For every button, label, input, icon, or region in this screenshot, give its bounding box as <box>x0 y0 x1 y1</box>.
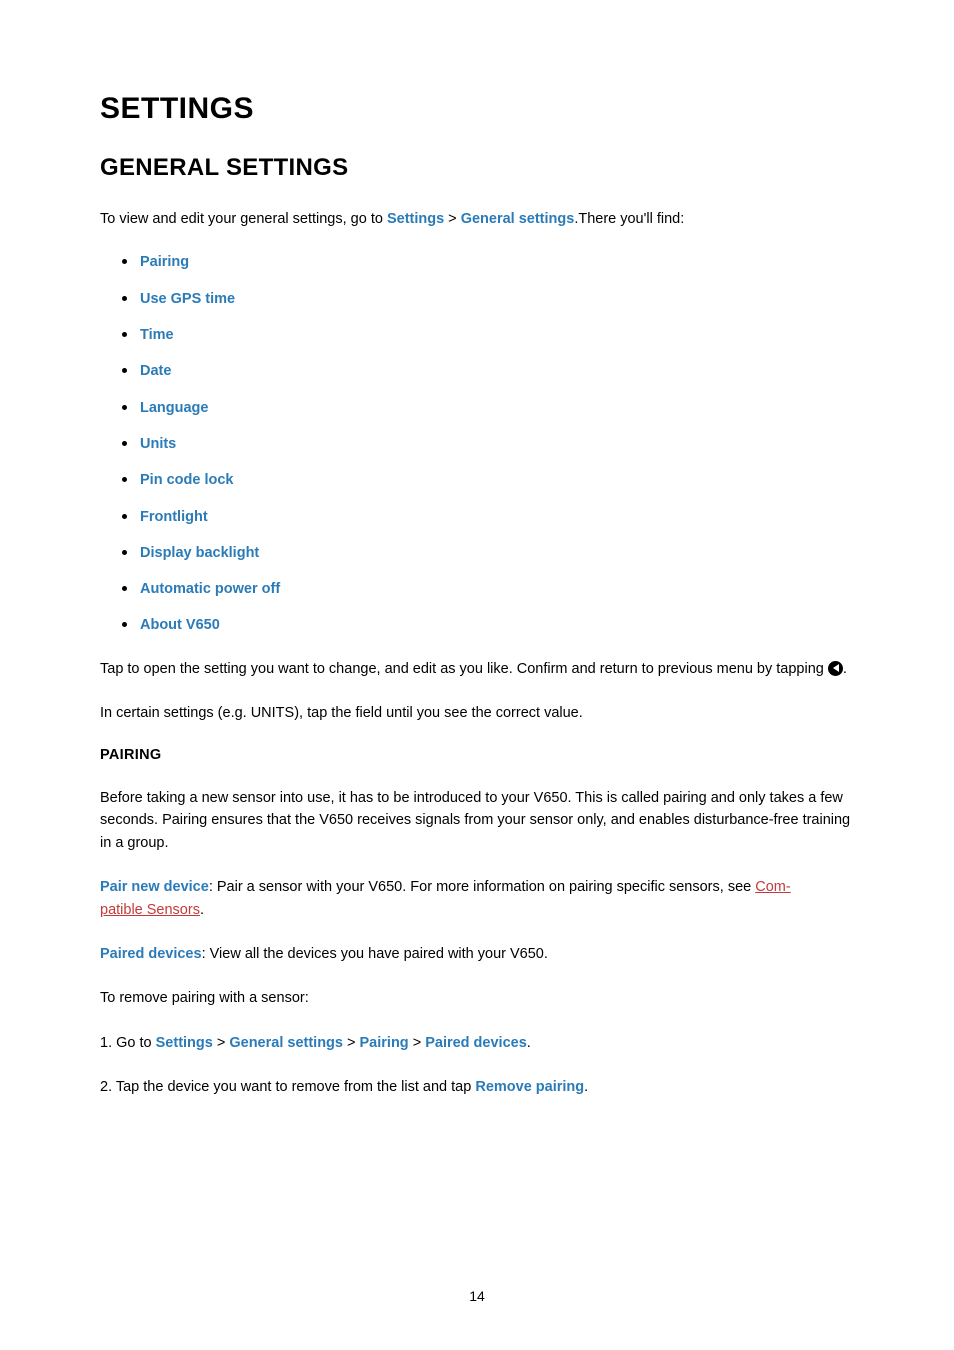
ui-label-settings: Settings <box>156 1035 213 1051</box>
list-item: Automatic power off <box>140 579 854 599</box>
list-item: Units <box>140 434 854 454</box>
remove-intro-paragraph: To remove pairing with a sensor: <box>100 987 854 1009</box>
text: 1. Go to <box>100 1035 156 1051</box>
list-item: Pairing <box>140 252 854 272</box>
ui-label-pair-new-device: Pair new device <box>100 879 209 895</box>
text: . <box>843 661 847 677</box>
pairing-paragraph: Before taking a new sensor into use, it … <box>100 787 854 854</box>
certain-paragraph: In certain settings (e.g. UNITS), tap th… <box>100 702 854 724</box>
intro-paragraph: To view and edit your general settings, … <box>100 208 854 230</box>
paired-devices-paragraph: Paired devices: View all the devices you… <box>100 943 854 965</box>
ui-label-general-settings: General settings <box>461 211 575 227</box>
ui-label-pairing: Pairing <box>360 1035 409 1051</box>
text: > <box>409 1035 426 1051</box>
page-number: 14 <box>0 1288 954 1304</box>
text: : Pair a sensor with your V650. For more… <box>209 879 755 895</box>
list-item: Language <box>140 398 854 418</box>
section-heading-general-settings: GENERAL SETTINGS <box>100 154 854 182</box>
page-title: SETTINGS <box>100 92 854 126</box>
pair-new-device-paragraph: Pair new device: Pair a sensor with your… <box>100 876 854 921</box>
list-item: Use GPS time <box>140 289 854 309</box>
text: 2. Tap the device you want to remove fro… <box>100 1079 475 1095</box>
tap-paragraph: Tap to open the setting you want to chan… <box>100 658 854 680</box>
ui-label-remove-pairing: Remove pairing <box>475 1079 584 1095</box>
text: . <box>200 902 204 918</box>
text: . <box>527 1035 531 1051</box>
step-1: 1. Go to Settings > General settings > P… <box>100 1032 854 1054</box>
text: > <box>343 1035 360 1051</box>
list-item: Time <box>140 325 854 345</box>
link-compatible-sensors-line1[interactable]: Com- <box>755 879 790 895</box>
ui-label-paired-devices: Paired devices <box>425 1035 527 1051</box>
list-item: Pin code lock <box>140 470 854 490</box>
back-icon <box>828 661 843 676</box>
text: > <box>213 1035 230 1051</box>
text: > <box>444 211 461 227</box>
subsection-heading-pairing: PAIRING <box>100 747 854 763</box>
step-2: 2. Tap the device you want to remove fro… <box>100 1076 854 1098</box>
ui-label-paired-devices: Paired devices <box>100 946 202 962</box>
list-item: Frontlight <box>140 507 854 527</box>
ui-label-settings: Settings <box>387 211 444 227</box>
list-item: Date <box>140 361 854 381</box>
settings-list: Pairing Use GPS time Time Date Language … <box>100 252 854 635</box>
ui-label-general-settings: General settings <box>229 1035 343 1051</box>
list-item: Display backlight <box>140 543 854 563</box>
list-item: About V650 <box>140 615 854 635</box>
text: . <box>584 1079 588 1095</box>
text: : View all the devices you have paired w… <box>202 946 548 962</box>
text: To view and edit your general settings, … <box>100 211 387 227</box>
text: .There you'll find: <box>574 211 684 227</box>
link-compatible-sensors-line2[interactable]: patible Sensors <box>100 902 200 918</box>
text: Tap to open the setting you want to chan… <box>100 661 828 677</box>
